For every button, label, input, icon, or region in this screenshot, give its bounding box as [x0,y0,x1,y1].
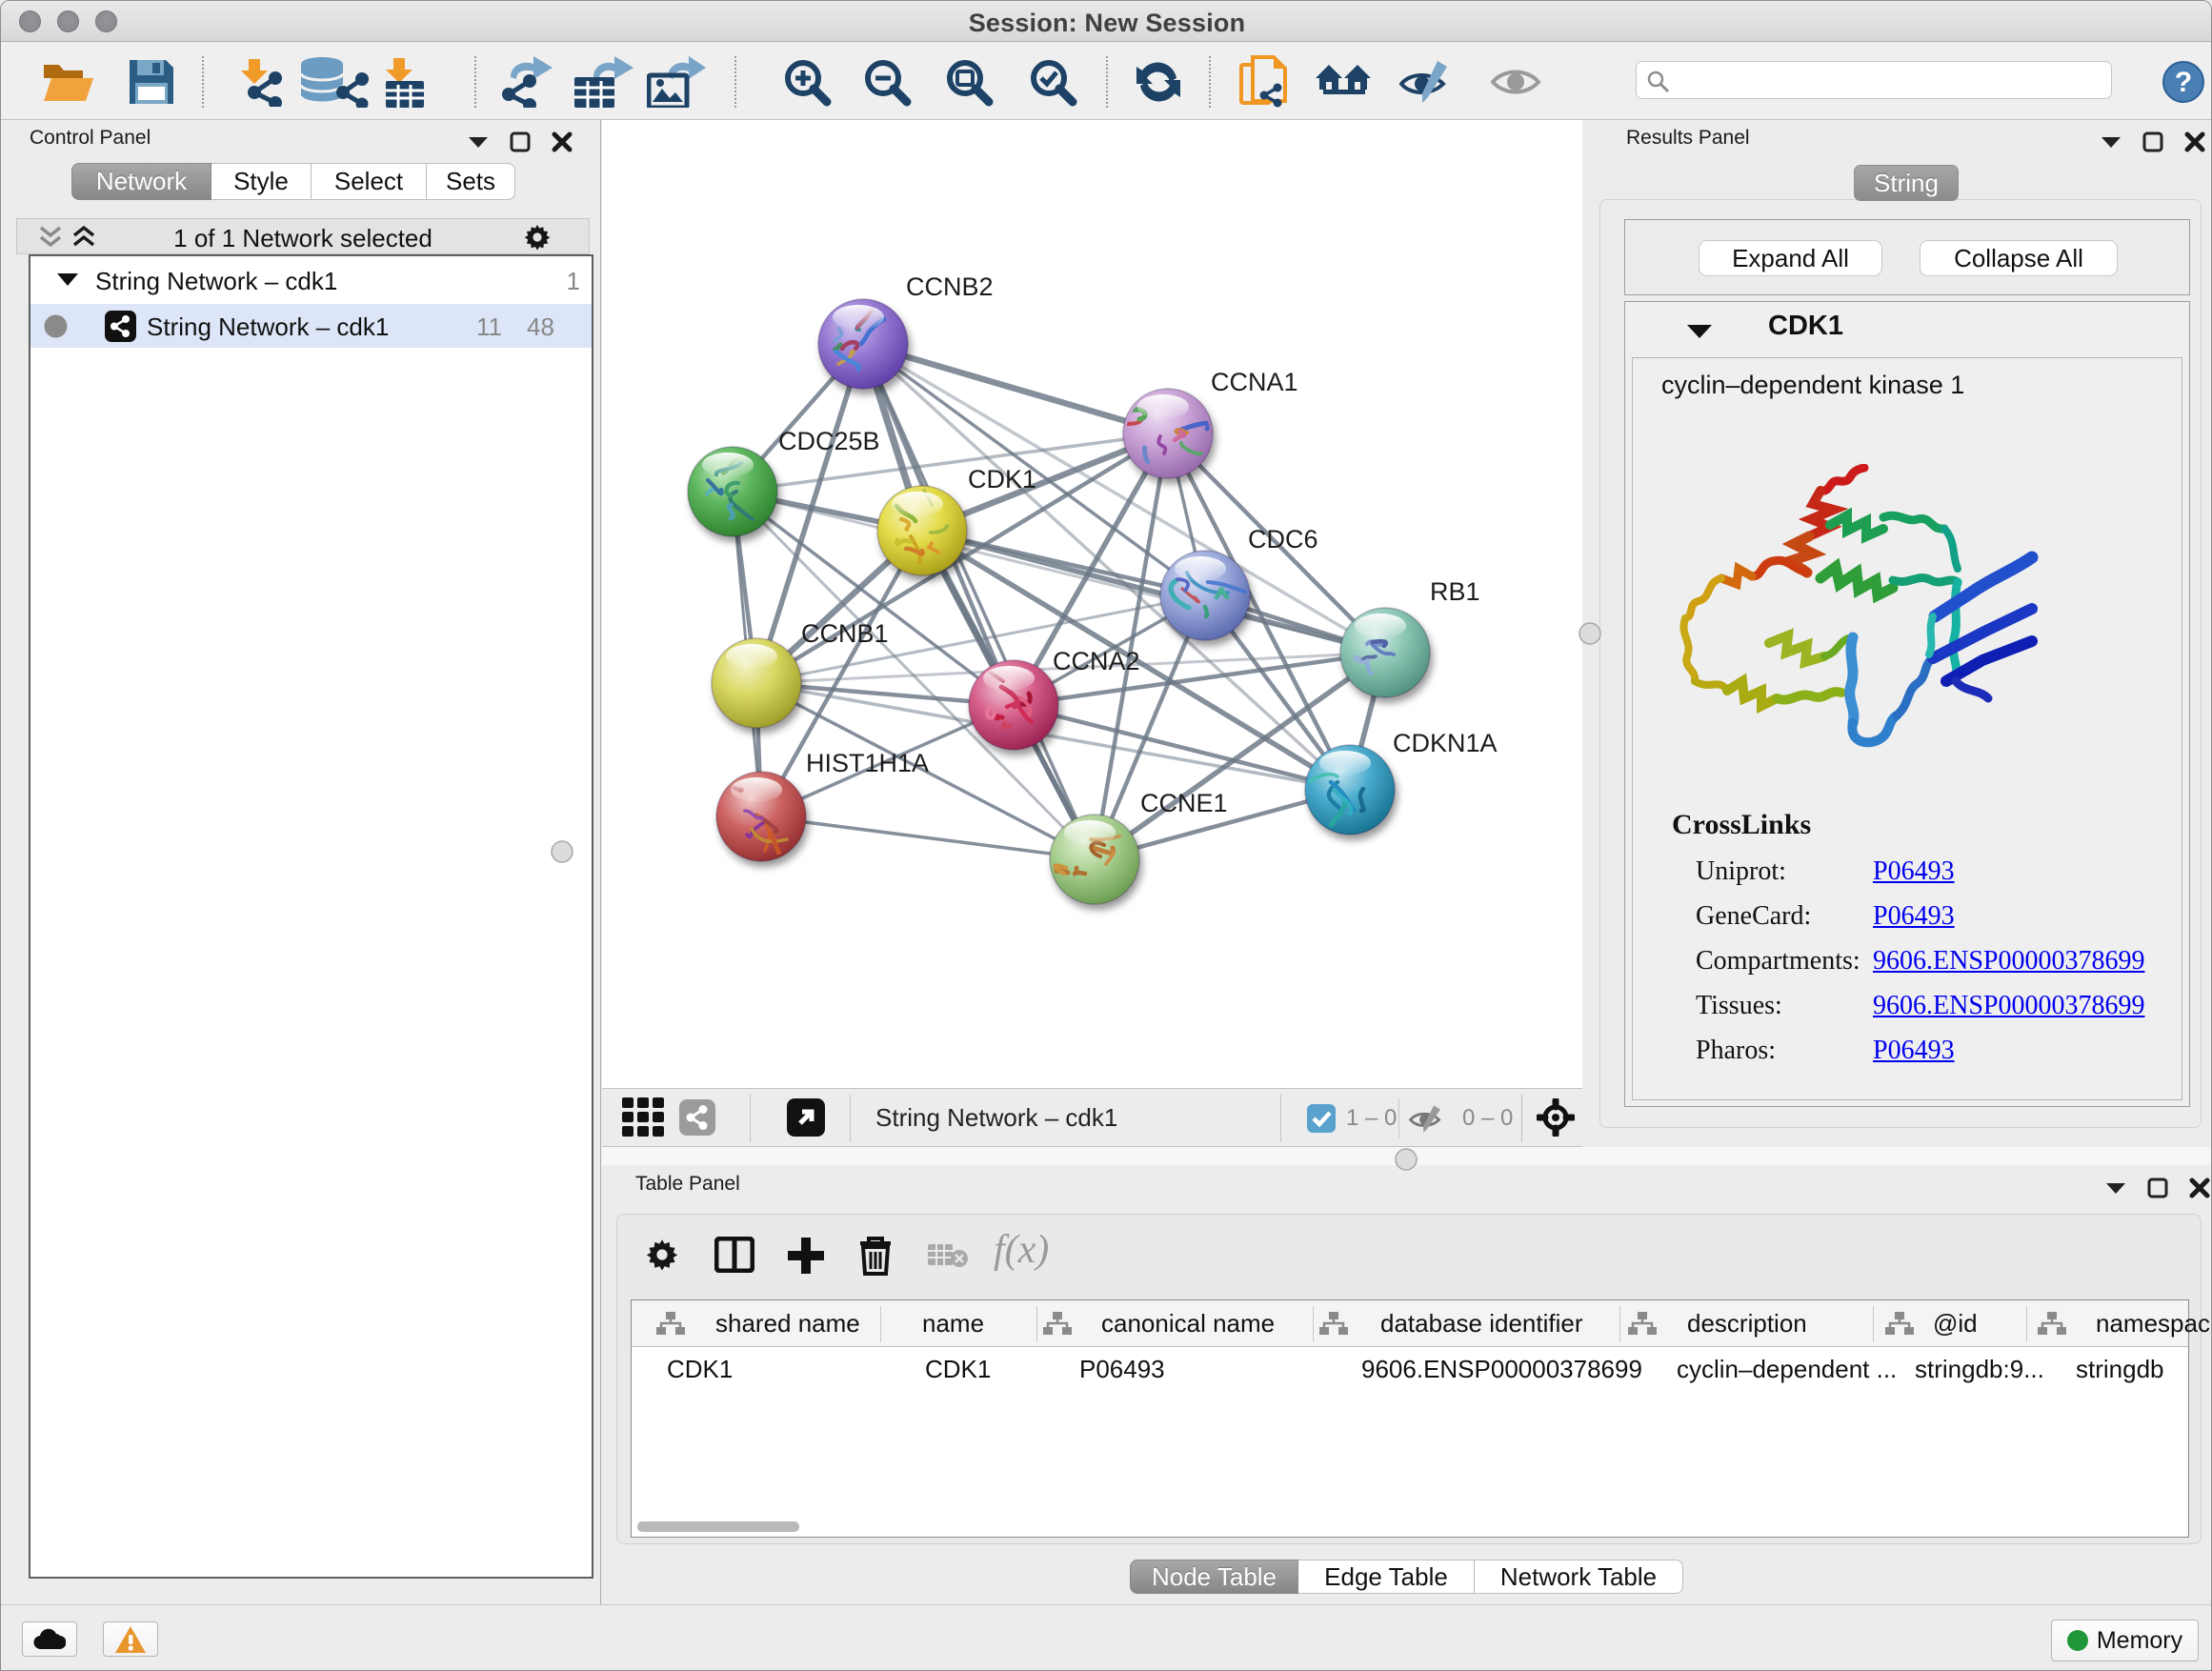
svg-text:RB1: RB1 [1430,577,1480,606]
svg-text:CDC6: CDC6 [1248,525,1318,554]
svg-text:?: ? [2175,67,2192,98]
svg-text:CCNA1: CCNA1 [1211,368,1298,396]
svg-text:HIST1H1A: HIST1H1A [806,749,929,777]
svg-text:CDKN1A: CDKN1A [1393,729,1498,757]
svg-text:CCNA2: CCNA2 [1053,647,1140,675]
svg-text:CCNE1: CCNE1 [1140,789,1228,817]
svg-text:CCNB2: CCNB2 [906,272,994,301]
svg-text:CDC25B: CDC25B [778,427,880,455]
svg-text:CCNB1: CCNB1 [801,619,889,648]
svg-text:CDK1: CDK1 [968,465,1036,493]
